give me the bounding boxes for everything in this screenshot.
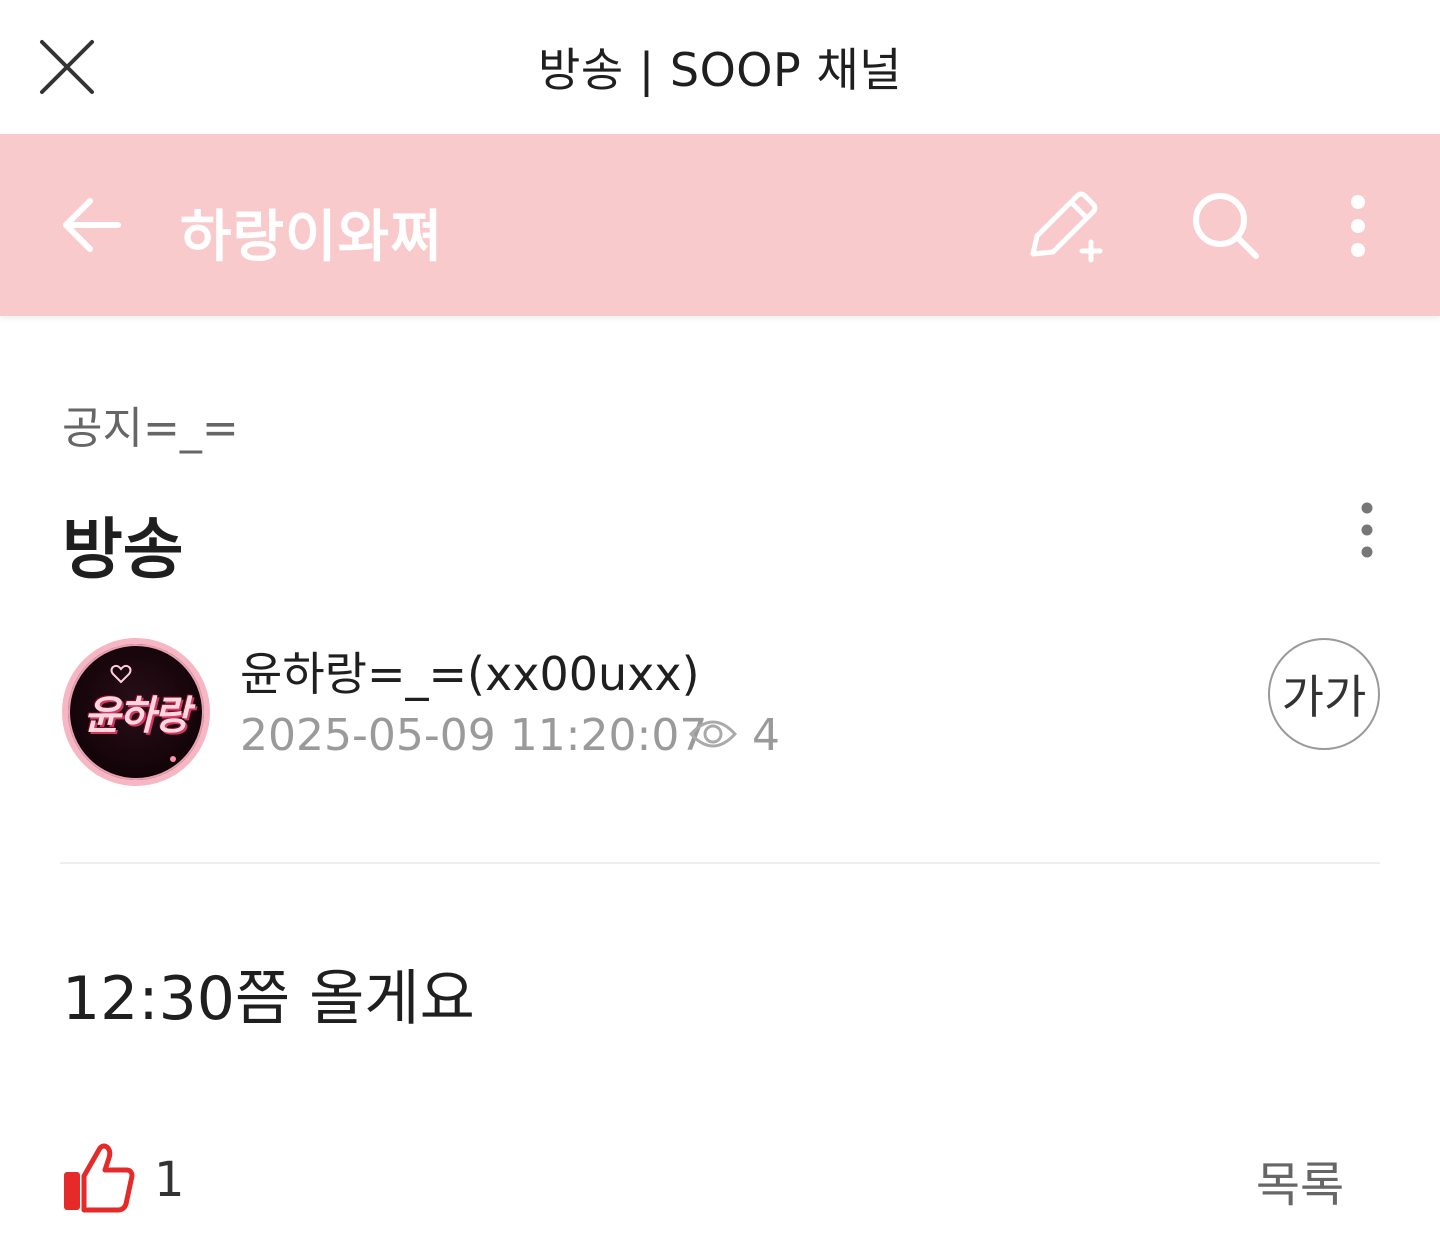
- like-button[interactable]: [58, 1140, 138, 1216]
- window-title: 방송 | SOOP 채널: [538, 43, 902, 97]
- back-button[interactable]: [56, 192, 126, 258]
- channel-name[interactable]: 하랑이와쪄: [180, 192, 443, 273]
- window-top-bar: 방송 | SOOP 채널: [0, 0, 1440, 134]
- close-icon: [40, 40, 94, 94]
- list-button[interactable]: 목록: [1240, 1148, 1360, 1213]
- thumbs-up-icon: [64, 1143, 135, 1213]
- header-more-button[interactable]: [1330, 188, 1386, 264]
- more-vertical-icon: [1351, 195, 1365, 257]
- font-size-button[interactable]: 가가: [1268, 638, 1380, 750]
- close-button[interactable]: [34, 34, 100, 100]
- write-post-button[interactable]: [1020, 188, 1110, 264]
- post-title: 방송: [62, 511, 184, 588]
- back-arrow-icon: [63, 198, 121, 252]
- write-post-icon: [1030, 191, 1103, 263]
- post-view-page: 방송 | SOOP 채널 하랑이와쪄 공지=_= 방송 윤하랑 윤하랑=_=(x…: [0, 0, 1440, 1240]
- sparkle-icon: [170, 756, 176, 762]
- search-icon: [1193, 193, 1259, 259]
- search-button[interactable]: [1186, 188, 1266, 264]
- post-more-button[interactable]: [1342, 496, 1392, 564]
- post-body: 12:30쯤 올게요: [62, 964, 475, 1034]
- author-name[interactable]: 윤하랑=_=(xx00uxx): [240, 638, 700, 704]
- divider: [60, 862, 1380, 864]
- more-vertical-icon: [1361, 502, 1373, 558]
- author-avatar[interactable]: 윤하랑: [62, 638, 210, 786]
- heart-icon: [110, 664, 132, 684]
- post-date: 2025-05-09 11:20:07: [240, 710, 708, 761]
- channel-header: 하랑이와쪄: [0, 134, 1440, 316]
- view-count: 4: [752, 710, 780, 761]
- post-category[interactable]: 공지=_=: [62, 392, 239, 456]
- like-count: 1: [154, 1152, 185, 1208]
- avatar-logo-text: 윤하랑: [83, 693, 190, 739]
- eye-icon: [688, 720, 738, 748]
